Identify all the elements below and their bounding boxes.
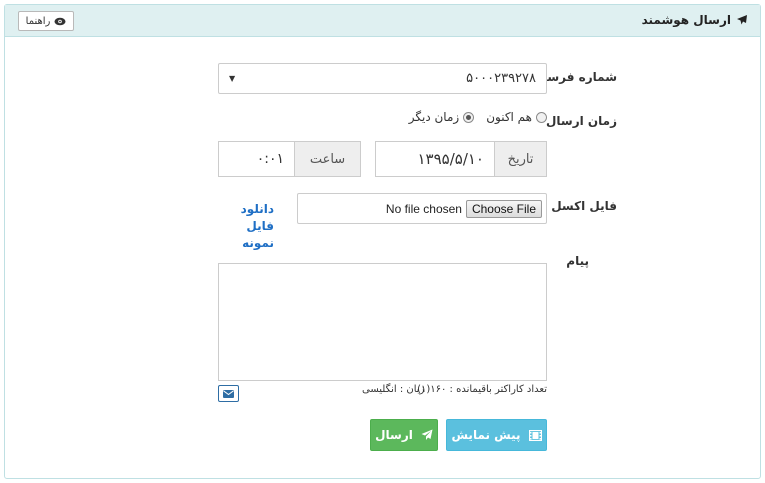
sender-value: ۵۰۰۰۲۳۹۲۷۸ [466, 71, 536, 86]
envelope-icon [223, 389, 234, 398]
help-button[interactable]: راهنما [18, 11, 74, 31]
date-addon: تاریخ [494, 141, 547, 177]
send-button-label: ارسال [375, 428, 413, 442]
message-label: پیام [566, 254, 589, 268]
send-button[interactable]: ارسال [370, 419, 438, 451]
radio-other-time-label: زمان دیگر [408, 110, 460, 124]
file-status: No file chosen [385, 201, 462, 216]
envelope-button[interactable] [218, 385, 239, 402]
sender-select[interactable]: ▼ ۵۰۰۰۲۳۹۲۷۸ [218, 63, 547, 94]
message-textarea[interactable] [218, 263, 547, 381]
film-icon [528, 429, 542, 441]
preview-button-label: پیش نمایش [451, 428, 521, 442]
radio-now-label: هم اکنون [486, 110, 532, 124]
panel-header: ارسال هوشمند راهنما [5, 5, 760, 37]
panel-title: ارسال هوشمند [642, 13, 748, 27]
remaining-chars: تعداد کاراکتر باقیمانده : ۱۶۰(۱) [417, 384, 547, 395]
plane-icon [736, 14, 748, 26]
radio-now[interactable]: هم اکنون [486, 110, 547, 124]
radio-other-time-circle[interactable] [463, 111, 475, 123]
radio-now-circle[interactable] [536, 111, 547, 123]
paper-plane-icon [421, 429, 433, 440]
preview-button[interactable]: پیش نمایش [446, 419, 547, 451]
send-time-radio-group: هم اکنون زمان دیگر [409, 110, 547, 124]
excel-label: فایل اکسل [551, 199, 617, 213]
time-addon: ساعت [294, 141, 361, 177]
help-button-label: راهنما [25, 15, 51, 27]
time-input[interactable]: ۰:۰۱ [218, 141, 295, 177]
date-input[interactable]: ۱۳۹۵/۵/۱۰ [375, 141, 495, 177]
excel-file-input[interactable]: No file chosen Choose File [297, 193, 547, 224]
eye-icon [54, 17, 66, 26]
message-language: زبان : انگلیسی [362, 384, 425, 395]
download-sample-link[interactable]: دانلود فایل نمونه [212, 201, 274, 252]
send-time-label: زمان ارسال [545, 114, 617, 128]
panel-title-text: ارسال هوشمند [641, 13, 731, 27]
radio-other-time[interactable]: زمان دیگر [408, 110, 475, 124]
choose-file-button[interactable]: Choose File [465, 199, 542, 218]
